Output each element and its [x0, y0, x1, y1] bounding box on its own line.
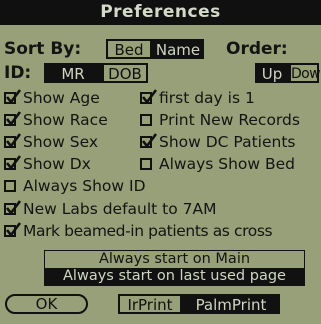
- checkmark-icon: [5, 111, 22, 127]
- checkbox-box: [4, 180, 16, 192]
- checkmark-icon: [5, 155, 22, 171]
- irprint-button[interactable]: IrPrint: [118, 294, 182, 314]
- checkmark-icon: [5, 89, 22, 105]
- sort-name-button[interactable]: Name: [152, 39, 204, 59]
- startup-page-list: Always start on Main Always start on las…: [44, 250, 305, 286]
- preferences-screen: Preferences Sort By: Bed Name Order: ID:…: [0, 0, 321, 324]
- checkmark-icon: [141, 133, 158, 149]
- checkbox-box: [140, 114, 152, 126]
- list-item-start-main[interactable]: Always start on Main: [45, 251, 304, 268]
- id-mr-button[interactable]: MR: [44, 63, 102, 83]
- checkmark-icon: [5, 133, 22, 149]
- id-label: ID:: [4, 63, 32, 83]
- checkmark-icon: [5, 222, 22, 238]
- sort-by-label: Sort By:: [4, 39, 82, 59]
- checkbox-label: Always Show ID: [23, 177, 146, 195]
- order-down-button[interactable]: Down: [289, 63, 321, 83]
- checkbox-box: [140, 158, 152, 170]
- checkmark-icon: [141, 89, 158, 105]
- checkbox-label: Show Race: [23, 111, 108, 129]
- checkmark-icon: [5, 200, 22, 216]
- title-bar: Preferences: [0, 0, 321, 25]
- list-item-start-last-page[interactable]: Always start on last used page: [45, 268, 304, 285]
- palmprint-button[interactable]: PalmPrint: [182, 294, 280, 314]
- sort-bed-button[interactable]: Bed: [106, 39, 152, 59]
- checkbox-label: Show DC Patients: [159, 133, 296, 151]
- checkbox-label: Mark beamed-in patients as cross: [23, 222, 273, 240]
- checkbox-label: first day is 1: [159, 89, 255, 107]
- checkbox-label: New Labs default to 7AM: [23, 200, 217, 218]
- ok-button[interactable]: OK: [5, 294, 88, 314]
- checkbox-label: Print New Records: [159, 111, 300, 129]
- checkbox-label: Show Age: [23, 89, 100, 107]
- checkbox-label: Show Sex: [23, 133, 99, 151]
- checkbox-label: Show Dx: [23, 155, 91, 173]
- checkbox-label: Always Show Bed: [159, 155, 296, 173]
- id-dob-button[interactable]: DOB: [102, 63, 148, 83]
- order-label: Order:: [226, 39, 288, 59]
- page-title: Preferences: [100, 2, 221, 22]
- mark-beamed-in-checkbox[interactable]: Mark beamed-in patients as cross: [4, 221, 321, 241]
- order-up-button[interactable]: Up: [255, 63, 289, 83]
